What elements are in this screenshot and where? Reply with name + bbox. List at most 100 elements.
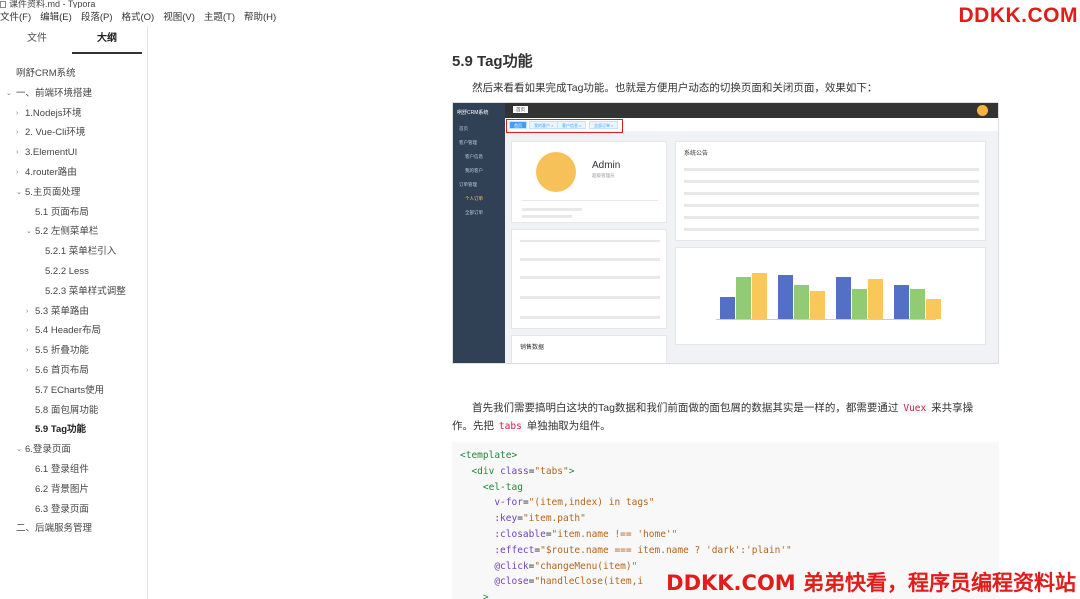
shot-logo: 咧舒CRM系统 xyxy=(457,110,489,116)
shot-admin-role: 超级管理员 xyxy=(592,173,615,178)
outline-item[interactable]: › 1.Nodejs环境 xyxy=(0,104,147,124)
chevron-right-icon[interactable]: › xyxy=(16,163,18,183)
code-token: "handleClose(item,i xyxy=(534,576,644,588)
shot-menu-item: 全部订单 xyxy=(465,210,483,215)
shot-bar xyxy=(894,285,909,319)
code-token: class xyxy=(500,465,529,477)
code-line: :closable="item.name !== 'home'" xyxy=(460,527,991,543)
embedded-screenshot: 咧舒CRM系统 首页 客户管理 客户信息 我的客户 订单管理 个人订单 全部订单 首页 首页… xyxy=(452,102,999,364)
shot-text-line xyxy=(520,258,660,261)
shot-bar xyxy=(868,279,883,319)
code-token: :key xyxy=(494,513,518,525)
outline-item[interactable]: › 5.6 首页布局 xyxy=(0,361,147,381)
chevron-down-icon[interactable]: ⌄ xyxy=(16,440,22,460)
outline-item-label: 5.3 菜单路由 xyxy=(35,305,89,317)
code-line: <template> xyxy=(460,448,991,464)
outline-item[interactable]: 5.7 ECharts使用 xyxy=(0,381,147,401)
shot-text-line xyxy=(684,204,979,207)
outline-item-label: 5.2.3 菜单样式调整 xyxy=(45,285,126,297)
chevron-down-icon[interactable]: ⌄ xyxy=(6,84,12,104)
shot-menu-item: 客户信息 xyxy=(465,154,483,159)
code-line: v-for="(item,index) in tags" xyxy=(460,495,991,511)
chevron-down-icon[interactable]: ⌄ xyxy=(26,222,32,242)
outline-item-label: 5.2 左侧菜单栏 xyxy=(35,226,99,238)
outline-item[interactable]: 咧舒CRM系统 xyxy=(0,64,147,84)
outline-item[interactable]: 5.2.3 菜单样式调整 xyxy=(0,282,147,302)
menu-item[interactable]: 帮助(H) xyxy=(244,10,276,26)
shot-sales-title: 销售数据 xyxy=(520,345,545,351)
shot-divider xyxy=(522,200,658,201)
code-token: :effect xyxy=(494,544,535,556)
outline-item-label: 1.Nodejs环境 xyxy=(25,107,82,119)
outline-item[interactable]: 6.3 登录页面 xyxy=(0,500,147,520)
chevron-right-icon[interactable]: › xyxy=(26,361,28,381)
code-line: :key="item.path" xyxy=(460,511,991,527)
outline-item[interactable]: 5.2.2 Less xyxy=(0,262,147,282)
code-token: > xyxy=(482,592,489,599)
outline-item-label: 5.8 面包屑功能 xyxy=(35,404,99,416)
outline-item[interactable]: 5.1 页面布局 xyxy=(0,203,147,223)
menu-item[interactable]: 格式(O) xyxy=(121,10,154,26)
shot-bar xyxy=(926,299,941,319)
outline-item[interactable]: › 2. Vue-Cli环境 xyxy=(0,123,147,143)
menu-item[interactable]: 视图(V) xyxy=(163,10,195,26)
menubar: 文件(F) 编辑(E) 段落(P) 格式(O) 视图(V) 主题(T) 帮助(H) xyxy=(0,10,285,26)
code-token: > xyxy=(568,465,575,477)
editor-content[interactable]: 5.9 Tag功能 然后来看看如果完成Tag功能。也就是方便用户动态的切换页面和… xyxy=(150,26,1080,599)
chevron-down-icon[interactable]: ⌄ xyxy=(16,183,22,203)
chevron-right-icon[interactable]: › xyxy=(16,143,18,163)
outline-item[interactable]: 二、后端服务管理 xyxy=(0,519,147,539)
chevron-right-icon[interactable]: › xyxy=(26,341,28,361)
menu-item[interactable]: 编辑(E) xyxy=(40,10,72,26)
shot-menu-item: 订单管理 xyxy=(459,182,477,187)
body-paragraph-1: 首先我们需要搞明白这块的Tag数据和我们前面做的面包屑的数据其实是一样的，都需要… xyxy=(472,400,973,415)
outline-item[interactable]: ⌄ 6.登录页面 xyxy=(0,440,147,460)
outline-item[interactable]: 5.8 面包屑功能 xyxy=(0,401,147,421)
inline-code-tabs: tabs xyxy=(496,421,524,432)
outline-item[interactable]: ⌄ 5.主页面处理 xyxy=(0,183,147,203)
code-token: "item.name !== 'home'" xyxy=(551,528,678,540)
menu-item[interactable]: 文件(F) xyxy=(0,10,31,26)
sidebar-tab[interactable]: 文件 xyxy=(2,26,72,54)
shot-text-line xyxy=(684,192,979,195)
outline-item[interactable]: › 5.5 折叠功能 xyxy=(0,341,147,361)
shot-breadcrumb: 首页 xyxy=(513,106,531,113)
outline-item[interactable]: ⌄ 5.2 左侧菜单栏 xyxy=(0,222,147,242)
code-token: <el-tag xyxy=(482,481,523,493)
sidebar-tab[interactable]: 大纲 xyxy=(72,26,142,54)
body-paragraph-2: 作。先把 tabs 单独抽取为组件。 xyxy=(452,418,611,433)
outline-item[interactable]: 6.1 登录组件 xyxy=(0,460,147,480)
outline-item[interactable]: › 5.3 菜单路由 xyxy=(0,302,147,322)
shot-bar xyxy=(752,273,767,319)
outline-item[interactable]: 5.2.1 菜单栏引入 xyxy=(0,242,147,262)
code-token: :closable xyxy=(494,528,546,540)
shot-chart-card xyxy=(675,247,986,345)
menu-item[interactable]: 主题(T) xyxy=(204,10,235,26)
outline-item[interactable]: › 3.ElementUI xyxy=(0,143,147,163)
shot-menu-item: 客户管理 xyxy=(459,140,477,145)
outline-item[interactable]: 6.2 背景图片 xyxy=(0,480,147,500)
chevron-right-icon[interactable]: › xyxy=(26,321,28,341)
outline-item-label: 5.1 页面布局 xyxy=(35,206,89,218)
chevron-right-icon[interactable]: › xyxy=(26,302,28,322)
outline-item[interactable]: › 5.4 Header布局 xyxy=(0,321,147,341)
menu-item[interactable]: 段落(P) xyxy=(81,10,113,26)
shot-text-line xyxy=(684,228,979,231)
shot-bar xyxy=(736,277,751,319)
outline-item-label: 6.3 登录页面 xyxy=(35,503,89,515)
chevron-right-icon[interactable]: › xyxy=(16,123,18,143)
shot-user-card: Admin 超级管理员 xyxy=(511,141,667,223)
outline-item-label: 6.2 背景图片 xyxy=(35,483,89,495)
outline-item[interactable]: › 4.router路由 xyxy=(0,163,147,183)
shot-bar xyxy=(778,275,793,319)
window-title: 课件资料.md - Typora xyxy=(0,0,300,8)
chevron-right-icon[interactable]: › xyxy=(16,104,18,124)
shot-text-line xyxy=(522,208,582,211)
outline-item-label: 5.6 首页布局 xyxy=(35,364,89,376)
outline-item[interactable]: ⌄ 一、前端环境搭建 xyxy=(0,84,147,104)
outline-item[interactable]: 5.9 Tag功能 xyxy=(0,420,147,440)
outline-item-label: 二、后端服务管理 xyxy=(16,523,93,535)
